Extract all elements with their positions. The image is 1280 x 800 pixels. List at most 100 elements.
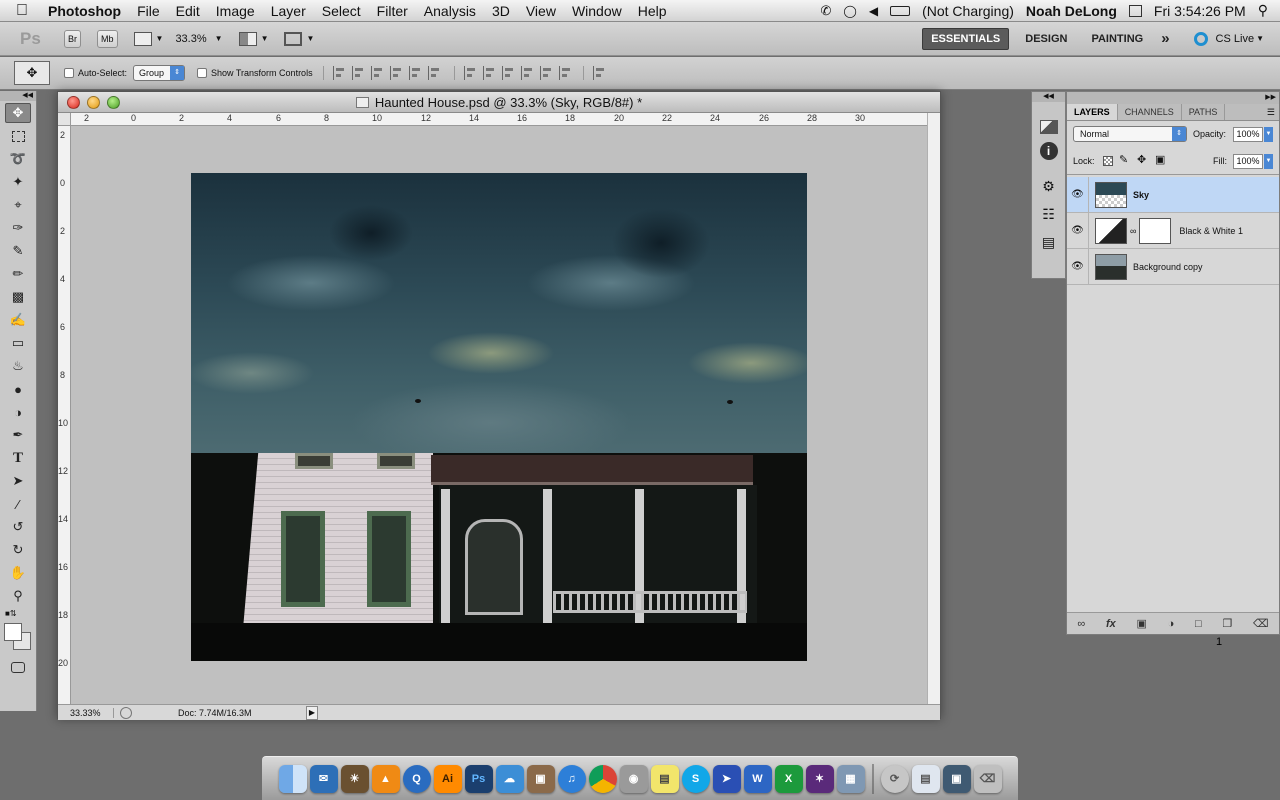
panel-menu-icon[interactable]: ☰ (1267, 104, 1279, 120)
phone-icon[interactable]: ✆ (821, 3, 832, 19)
apple-menu-icon[interactable]:  (0, 0, 40, 22)
brush-tool-icon[interactable]: ✏ (5, 264, 31, 284)
trash-icon[interactable]: ⌫ (973, 764, 1002, 793)
visibility-eye-icon[interactable]: 👁 (1067, 176, 1089, 213)
camera-icon[interactable]: ◉ (619, 764, 648, 793)
vertical-ruler[interactable]: 2 0 2 4 6 8 10 12 14 16 18 20 (58, 126, 71, 704)
healing-brush-tool-icon[interactable]: ✎ (5, 241, 31, 261)
new-group-icon[interactable]: □ (1195, 618, 1202, 630)
status-menu-arrow-icon[interactable]: ▶ (306, 705, 318, 720)
pen-tool-icon[interactable]: ✒ (5, 425, 31, 445)
chevron-down-icon[interactable]: ▼ (156, 34, 164, 43)
foreground-color-swatch[interactable] (4, 623, 22, 641)
menu-analysis[interactable]: Analysis (416, 0, 484, 22)
itunes-icon[interactable]: ♫ (557, 764, 586, 793)
line-tool-icon[interactable]: ∕ (5, 494, 31, 514)
image-capture-icon[interactable]: ▣ (526, 764, 555, 793)
battery-status[interactable]: (Not Charging) (922, 3, 1014, 19)
zoom-tool-icon[interactable]: ⚲ (5, 586, 31, 606)
preview-icon[interactable]: ☁ (495, 764, 524, 793)
new-layer-icon[interactable]: ❐ (1222, 617, 1232, 630)
menu-help[interactable]: Help (630, 0, 675, 22)
clock[interactable]: Fri 3:54:26 PM (1154, 3, 1246, 19)
info-panel-icon[interactable]: i (1039, 142, 1058, 160)
quick-mask-icon[interactable] (5, 657, 31, 677)
opacity-field[interactable]: 100% (1233, 127, 1263, 142)
styles-panel-icon[interactable]: ▤ (1039, 234, 1059, 252)
visibility-eye-icon[interactable]: 👁 (1067, 212, 1089, 249)
align-vcenter-icon[interactable] (351, 66, 365, 80)
ruler-origin[interactable] (58, 113, 71, 126)
3d-rotate-tool-icon[interactable]: ↺ (5, 517, 31, 537)
screen-mode-chevron-down-icon[interactable]: ▼ (306, 34, 314, 43)
bridge-button[interactable]: Br (64, 29, 81, 48)
menu-filter[interactable]: Filter (369, 0, 416, 22)
workspace-painting[interactable]: PAINTING (1083, 28, 1151, 50)
hand-tool-icon[interactable]: ✋ (5, 563, 31, 583)
distribute-vcenter-icon[interactable] (482, 66, 496, 80)
downloads-stack-icon[interactable]: ⟳ (880, 764, 909, 793)
more-workspaces-button[interactable]: » (1153, 28, 1177, 50)
blend-mode-dropdown[interactable]: Normal ⇕ (1073, 126, 1187, 142)
chat-icon[interactable]: ◯ (843, 4, 856, 18)
strip-collapse-icon[interactable]: ◀◀ (1032, 92, 1065, 102)
fill-chevron-down-icon[interactable]: ▼ (1264, 154, 1273, 169)
distribute-right-icon[interactable] (558, 66, 572, 80)
document-title-bar[interactable]: Haunted House.psd @ 33.3% (Sky, RGB/8#) … (58, 92, 940, 113)
view-extras-icon[interactable] (133, 31, 152, 46)
zoom-chevron-down-icon[interactable]: ▼ (215, 34, 223, 43)
vertical-scrollbar[interactable] (927, 113, 940, 704)
status-info-icon[interactable] (120, 706, 132, 719)
color-swatches[interactable] (0, 621, 36, 655)
lock-image-icon[interactable]: ✎ (1119, 153, 1128, 166)
document-proxy-icon[interactable] (355, 96, 369, 108)
menu-layer[interactable]: Layer (263, 0, 314, 22)
show-transform-checkbox-box[interactable] (197, 68, 208, 78)
cs-live-icon[interactable] (1193, 31, 1208, 46)
canvas-area[interactable] (71, 126, 927, 704)
distribute-top-icon[interactable] (463, 66, 477, 80)
add-layer-mask-icon[interactable]: ▣ (1136, 617, 1146, 630)
battery-icon[interactable] (890, 5, 911, 16)
opacity-chevron-down-icon[interactable]: ▼ (1264, 127, 1273, 142)
auto-select-dropdown[interactable]: Group ⇕ (133, 65, 186, 81)
workspace-design[interactable]: DESIGN (1017, 28, 1075, 50)
quick-selection-tool-icon[interactable]: ✦ (5, 172, 31, 192)
distribute-hcenter-icon[interactable] (539, 66, 553, 80)
distribute-left-icon[interactable] (520, 66, 534, 80)
menu-app-name[interactable]: Photoshop (40, 0, 129, 22)
menu-window[interactable]: Window (564, 0, 630, 22)
auto-select-checkbox-box[interactable] (64, 68, 74, 78)
layer-name[interactable]: Sky (1133, 190, 1149, 200)
tab-layers[interactable]: LAYERS (1067, 104, 1118, 120)
default-colors-icon[interactable]: ■⇅ (0, 609, 36, 621)
dodge-tool-icon[interactable]: ◑ (5, 402, 31, 422)
layer-thumbnail[interactable] (1095, 181, 1127, 208)
link-layers-icon[interactable]: ∞ (1077, 618, 1085, 630)
photoshop-icon[interactable]: Ps (464, 764, 493, 793)
history-brush-tool-icon[interactable]: ✍ (5, 310, 31, 330)
zoom-window-icon[interactable] (107, 96, 120, 109)
workspace-essentials[interactable]: ESSENTIALS (922, 27, 1010, 50)
align-top-icon[interactable] (332, 66, 346, 80)
marquee-tool-icon[interactable] (5, 126, 31, 146)
path-selection-tool-icon[interactable]: ➤ (5, 471, 31, 491)
layer-mask-thumbnail[interactable] (1139, 217, 1172, 244)
lock-transparency-icon[interactable] (1103, 156, 1113, 166)
show-transform-checkbox[interactable]: Show Transform Controls (197, 68, 313, 78)
zoom-level[interactable]: 33.3% (175, 33, 206, 45)
fill-field[interactable]: 100% (1233, 154, 1263, 169)
paint-bucket-tool-icon[interactable]: ♨ (5, 356, 31, 376)
lock-all-icon[interactable]: ▣ (1155, 153, 1165, 166)
layer-thumbnail[interactable] (1095, 253, 1127, 280)
menu-file[interactable]: File (129, 0, 168, 22)
align-bottom-icon[interactable] (370, 66, 384, 80)
layer-style-icon[interactable]: fx (1106, 618, 1116, 630)
align-hcenter-icon[interactable] (408, 66, 422, 80)
new-adjustment-layer-icon[interactable]: ◑ (1168, 618, 1175, 630)
tab-channels[interactable]: CHANNELS (1118, 104, 1182, 120)
cs-live-button[interactable]: CS Live (1216, 33, 1255, 45)
user-name[interactable]: Noah DeLong (1026, 3, 1117, 19)
photos-stack-icon[interactable]: ▦ (836, 764, 865, 793)
imovie-icon[interactable]: ✶ (805, 764, 834, 793)
